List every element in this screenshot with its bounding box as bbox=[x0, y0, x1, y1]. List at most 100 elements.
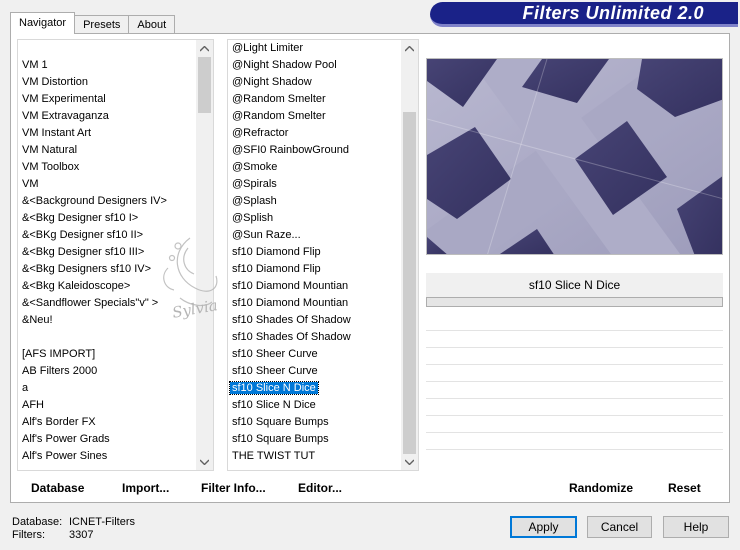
filter-item[interactable]: sf10 Diamond Flip bbox=[228, 244, 401, 261]
filter-item[interactable]: @Splish bbox=[228, 210, 401, 227]
parameter-slider[interactable] bbox=[426, 297, 723, 307]
category-scrollbar[interactable] bbox=[196, 40, 213, 470]
category-item-label: VM Distortion bbox=[22, 76, 89, 88]
filter-item[interactable]: sf10 Sheer Curve bbox=[228, 363, 401, 380]
category-item[interactable]: VM Experimental bbox=[18, 91, 196, 108]
filter-item[interactable]: @SFI0 RainbowGround bbox=[228, 142, 401, 159]
filter-item-label: @Smoke bbox=[232, 161, 278, 173]
category-item[interactable]: VM 1 bbox=[18, 57, 196, 74]
filter-item[interactable]: @Smoke bbox=[228, 159, 401, 176]
import-button[interactable]: Import... bbox=[122, 478, 169, 498]
filter-item[interactable]: THE TWIST TUT bbox=[228, 448, 401, 465]
filter-item[interactable]: @Night Shadow bbox=[228, 74, 401, 91]
apply-button[interactable]: Apply bbox=[510, 516, 577, 538]
category-item[interactable]: &<Bkg Designers sf10 IV> bbox=[18, 261, 196, 278]
selected-filter-name: sf10 Slice N Dice bbox=[426, 273, 723, 297]
cancel-button[interactable]: Cancel bbox=[587, 516, 652, 538]
category-item[interactable]: VM Toolbox bbox=[18, 159, 196, 176]
filter-scrollbar[interactable] bbox=[401, 40, 418, 470]
filter-list[interactable]: @Light Limiter @Night Shadow Pool @Night S… bbox=[227, 39, 419, 471]
filter-item-label: sf10 Slice N Dice bbox=[229, 381, 319, 395]
filter-item[interactable]: sf10 Shades Of Shadow bbox=[228, 312, 401, 329]
category-item[interactable]: &<BKg Designer sf10 II> bbox=[18, 227, 196, 244]
parameter-row bbox=[426, 449, 723, 466]
filter-item-label: @SFI0 RainbowGround bbox=[232, 144, 349, 156]
filter-item-label: sf10 Slice N Dice bbox=[232, 399, 316, 411]
filter-item[interactable]: sf10 Shades Of Shadow bbox=[228, 329, 401, 346]
parameter-row bbox=[426, 364, 723, 381]
randomize-button[interactable]: Randomize bbox=[569, 478, 633, 498]
filter-item-label: @Spirals bbox=[232, 178, 277, 190]
filter-item[interactable]: @Spirals bbox=[228, 176, 401, 193]
filter-item[interactable]: @Night Shadow Pool bbox=[228, 57, 401, 74]
category-item-label: &<Background Designers IV> bbox=[22, 195, 167, 207]
filter-item[interactable]: @Sun Raze... bbox=[228, 227, 401, 244]
category-item[interactable]: Alf's Border FX bbox=[18, 414, 196, 431]
category-item[interactable]: VM bbox=[18, 176, 196, 193]
filter-item[interactable]: @Random Smelter bbox=[228, 108, 401, 125]
tab-about[interactable]: About bbox=[128, 15, 176, 34]
category-item[interactable]: VM Natural bbox=[18, 142, 196, 159]
category-item[interactable]: &<Background Designers IV> bbox=[18, 193, 196, 210]
category-item[interactable]: VM Distortion bbox=[18, 74, 196, 91]
category-item[interactable]: AFH bbox=[18, 397, 196, 414]
status-filters-value: 3307 bbox=[69, 529, 94, 541]
category-item[interactable]: Alf's Power Sines bbox=[18, 448, 196, 465]
category-item[interactable] bbox=[18, 329, 196, 346]
filter-info-button[interactable]: Filter Info... bbox=[201, 478, 266, 498]
filter-item-label: sf10 Diamond Mountian bbox=[232, 280, 349, 292]
filter-item[interactable]: @Refractor bbox=[228, 125, 401, 142]
category-item[interactable]: &<Sandflower Specials"v" > bbox=[18, 295, 196, 312]
category-item[interactable]: Alf's Power Grads bbox=[18, 431, 196, 448]
category-item[interactable]: [AFS IMPORT] bbox=[18, 346, 196, 363]
status-database-label: Database: bbox=[12, 516, 63, 528]
database-button[interactable]: Database bbox=[31, 478, 84, 498]
filter-item-label: @Night Shadow Pool bbox=[232, 59, 337, 71]
category-item-label: VM 1 bbox=[22, 59, 48, 71]
chevron-down-icon[interactable] bbox=[401, 453, 418, 470]
filter-scroll-thumb[interactable] bbox=[403, 112, 416, 454]
category-item-label: Alf's Power Grads bbox=[22, 433, 110, 445]
category-item[interactable]: a bbox=[18, 380, 196, 397]
filter-item-selected[interactable]: sf10 Slice N Dice bbox=[228, 380, 401, 397]
chevron-up-icon[interactable] bbox=[401, 40, 418, 57]
category-item[interactable]: &<Bkg Designer sf10 III> bbox=[18, 244, 196, 261]
filter-item-label: @Random Smelter bbox=[232, 93, 326, 105]
filter-item[interactable]: sf10 Diamond Flip bbox=[228, 261, 401, 278]
category-item[interactable]: &<Bkg Designer sf10 I> bbox=[18, 210, 196, 227]
filter-item[interactable]: @Splash bbox=[228, 193, 401, 210]
filter-item[interactable]: @Random Smelter bbox=[228, 91, 401, 108]
category-item-label: Alf's Power Sines bbox=[22, 450, 108, 462]
editor-button[interactable]: Editor... bbox=[298, 478, 342, 498]
chevron-up-icon[interactable] bbox=[196, 40, 213, 57]
filter-item[interactable]: sf10 Sheer Curve bbox=[228, 346, 401, 363]
category-item-label: VM Experimental bbox=[22, 93, 106, 105]
category-item[interactable]: AB Filters 2000 bbox=[18, 363, 196, 380]
tab-navigator[interactable]: Navigator bbox=[10, 12, 76, 34]
category-item-label: VM Extravaganza bbox=[22, 110, 109, 122]
filter-item[interactable]: sf10 Diamond Mountian bbox=[228, 295, 401, 312]
category-item-label: &Neu! bbox=[22, 314, 53, 326]
filter-item[interactable]: sf10 Square Bumps bbox=[228, 414, 401, 431]
filter-item[interactable]: sf10 Square Bumps bbox=[228, 431, 401, 448]
category-item[interactable]: VM Instant Art bbox=[18, 125, 196, 142]
category-item-label: AFH bbox=[22, 399, 44, 411]
help-button[interactable]: Help bbox=[663, 516, 729, 538]
category-scroll-thumb[interactable] bbox=[198, 57, 211, 113]
chevron-down-icon[interactable] bbox=[196, 453, 213, 470]
category-list[interactable]: VM 1 VM Distortion VM Experimental VM Extra… bbox=[17, 39, 214, 471]
parameter-row bbox=[426, 432, 723, 449]
reset-button[interactable]: Reset bbox=[668, 478, 701, 498]
filter-item[interactable]: @Light Limiter bbox=[228, 40, 401, 57]
tab-presets[interactable]: Presets bbox=[74, 15, 130, 34]
filter-item[interactable]: sf10 Diamond Mountian bbox=[228, 278, 401, 295]
filter-item-label: sf10 Shades Of Shadow bbox=[232, 314, 351, 326]
category-item-label: VM Natural bbox=[22, 144, 78, 156]
category-item-label: &<BKg Designer sf10 II> bbox=[22, 229, 144, 241]
category-item[interactable]: &<Bkg Kaleidoscope> bbox=[18, 278, 196, 295]
filter-item[interactable]: sf10 Slice N Dice bbox=[228, 397, 401, 414]
category-item[interactable]: VM Extravaganza bbox=[18, 108, 196, 125]
category-item-label: VM Instant Art bbox=[22, 127, 92, 139]
filter-item-label: sf10 Square Bumps bbox=[232, 433, 329, 445]
category-item[interactable]: &Neu! bbox=[18, 312, 196, 329]
